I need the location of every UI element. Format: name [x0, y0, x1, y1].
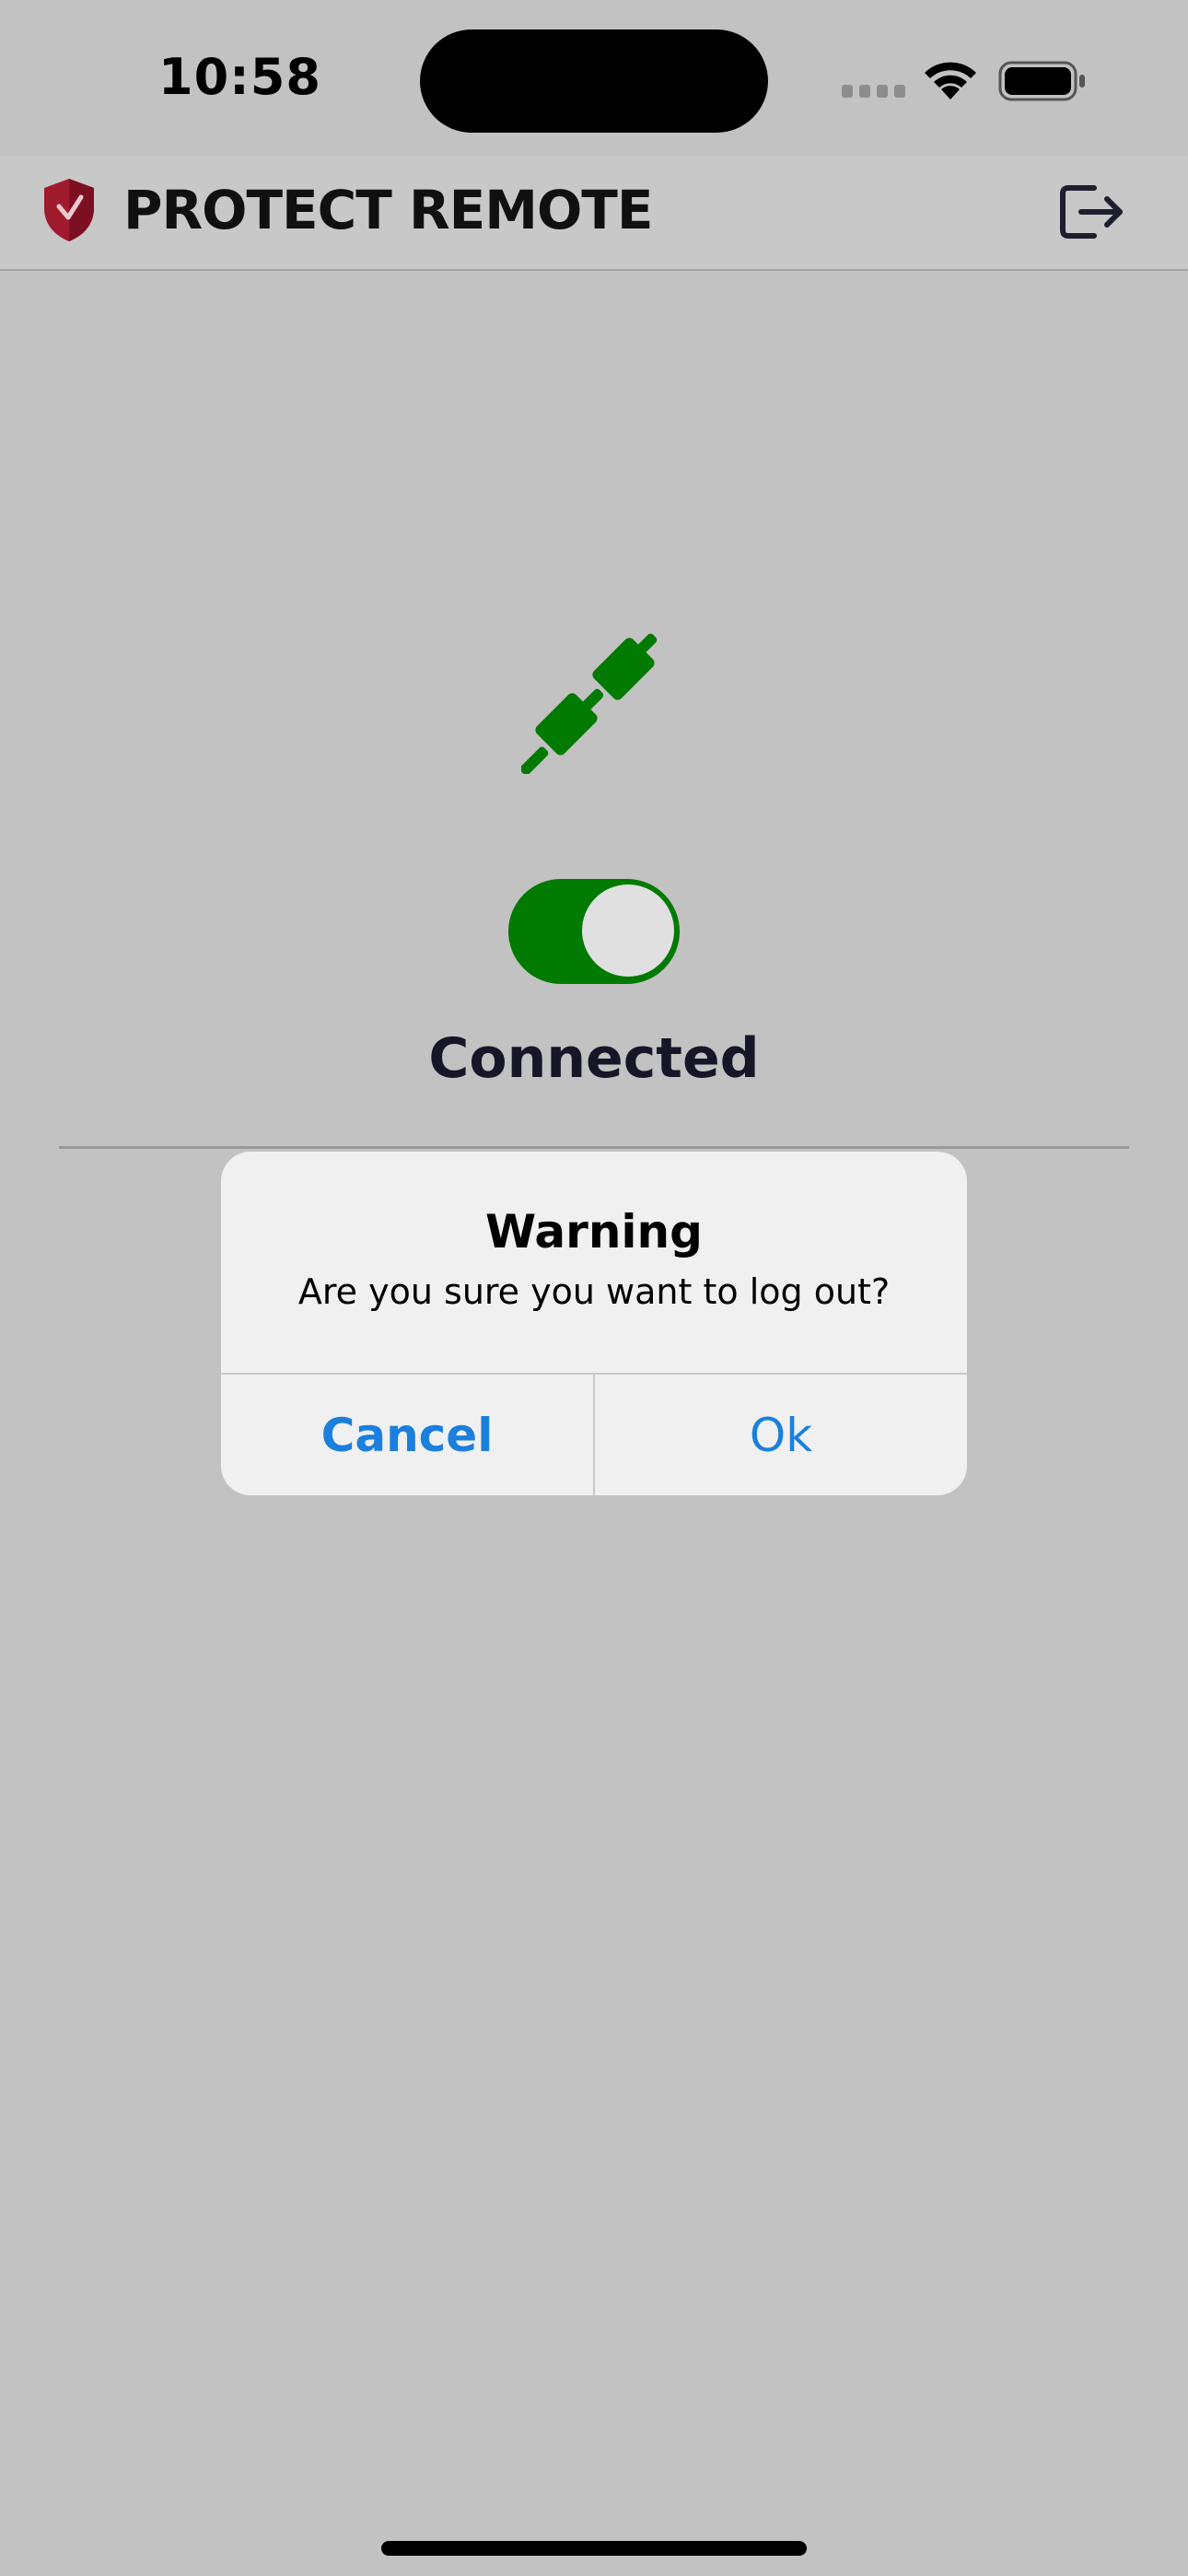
- dynamic-island: [420, 29, 768, 133]
- status-bar: 10:58: [0, 0, 1188, 157]
- home-indicator[interactable]: [381, 2541, 807, 2556]
- connection-status-label: Connected: [428, 1026, 760, 1091]
- shield-icon: [44, 179, 94, 241]
- logout-icon[interactable]: [1054, 175, 1127, 249]
- alert-title: Warning: [485, 1205, 703, 1259]
- app-title: PROTECT REMOTE: [123, 179, 653, 241]
- logout-alert: Warning Are you sure you want to log out…: [221, 1152, 967, 1495]
- plug-icon: [521, 633, 658, 774]
- connection-toggle[interactable]: [508, 879, 680, 984]
- status-time: 10:58: [158, 48, 321, 106]
- battery-icon: [998, 61, 1085, 101]
- divider: [59, 1146, 1129, 1149]
- toggle-knob: [582, 884, 674, 977]
- ok-button[interactable]: Ok: [595, 1375, 967, 1495]
- cancel-button[interactable]: Cancel: [221, 1375, 593, 1495]
- alert-message: Are you sure you want to log out?: [297, 1271, 891, 1312]
- signal-icon: [842, 85, 905, 98]
- app-header: PROTECT REMOTE: [0, 157, 1188, 271]
- wifi-icon: [925, 62, 976, 100]
